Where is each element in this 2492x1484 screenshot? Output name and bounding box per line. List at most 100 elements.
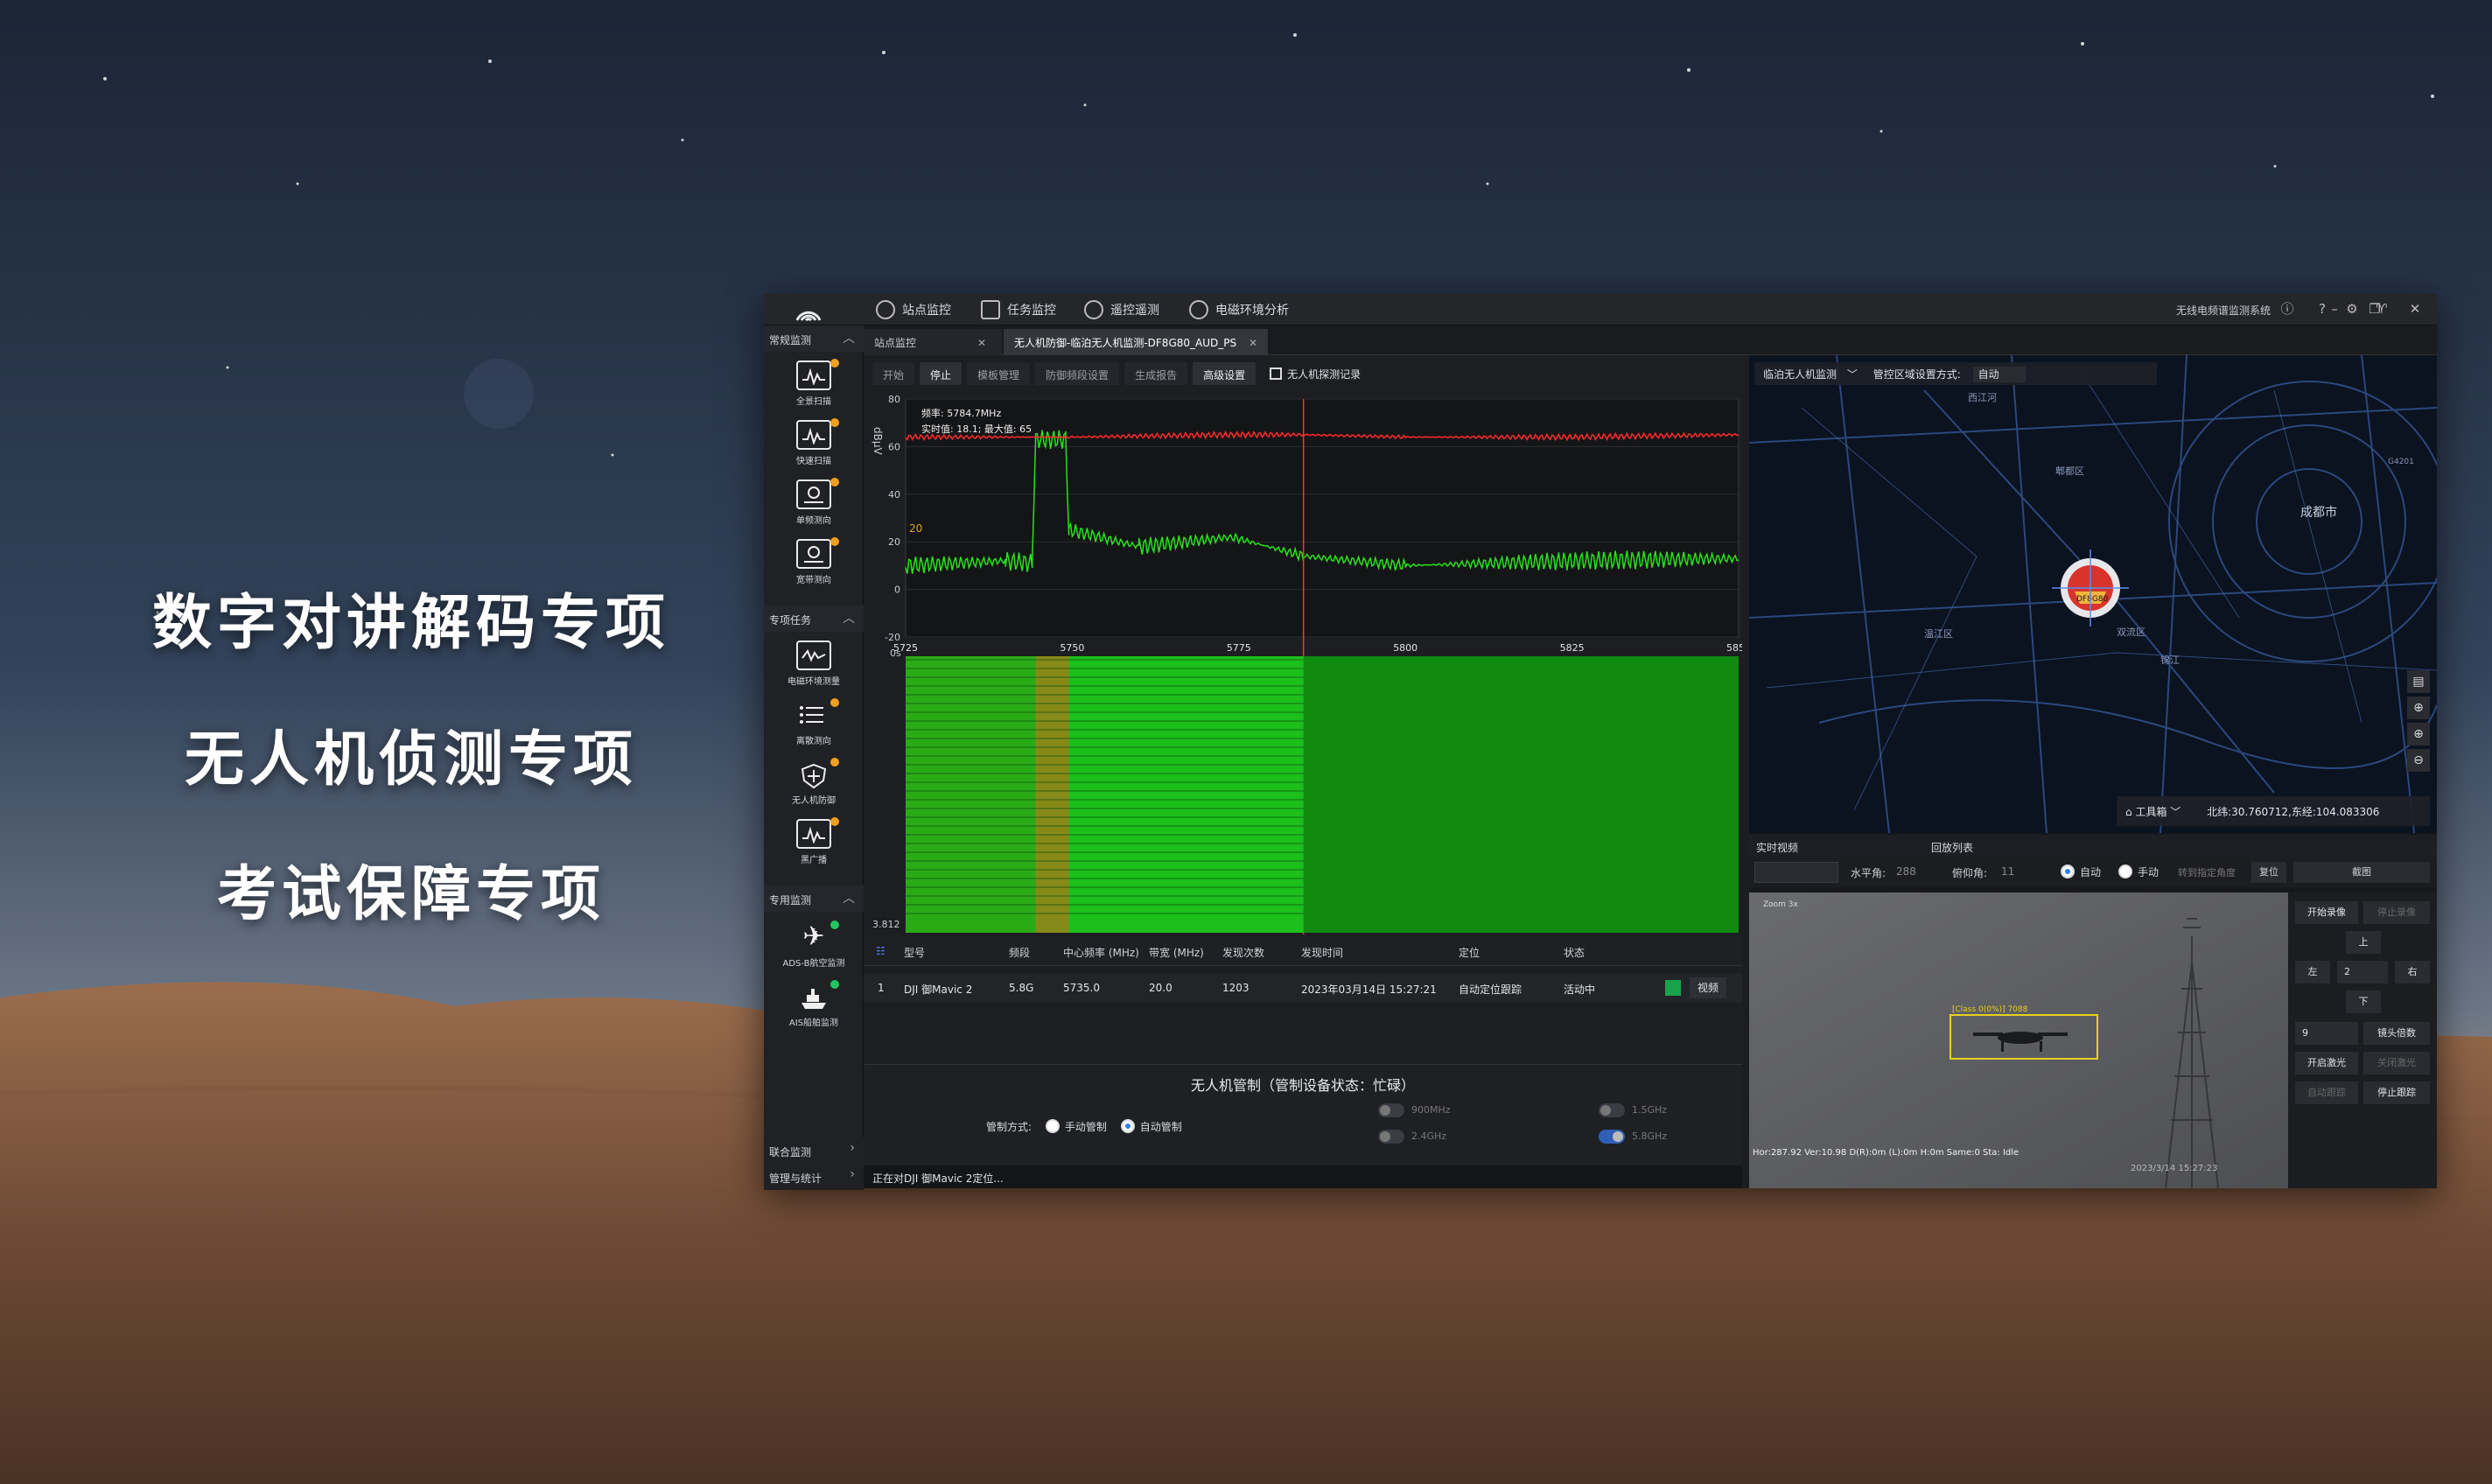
- sidebar-item-fast-scan[interactable]: 快速扫描: [764, 415, 864, 472]
- live-video[interactable]: [Class 0(0%)] 7088 Zoom 3x Hor:287.92 Ve…: [1749, 892, 2288, 1188]
- sidebar-item-uav-defense[interactable]: 无人机防御: [764, 754, 864, 812]
- nav-item-remote[interactable]: 遥控遥测: [1084, 294, 1159, 326]
- y-tick-label: 60: [888, 441, 900, 452]
- radio-icon[interactable]: [2061, 864, 2075, 878]
- mode-label: 管制方式:: [986, 1121, 1032, 1133]
- toolbox-icon: ⌂: [2125, 806, 2132, 818]
- zoom-input[interactable]: 9: [2295, 1022, 2358, 1045]
- sidebar-item-black-broadcast[interactable]: 黑广播: [764, 814, 864, 872]
- reset-button[interactable]: 复位: [2251, 862, 2286, 883]
- horizontal-value[interactable]: 288: [1896, 865, 1916, 878]
- info-icon[interactable]: ⓘ: [2278, 299, 2297, 318]
- toggle-2.4ghz[interactable]: [1378, 1130, 1404, 1144]
- sidebar-joint-monitor[interactable]: 联合监测 ›: [764, 1138, 864, 1164]
- row-band: 5.8G: [1009, 982, 1034, 994]
- record-stop-button[interactable]: 停止录像: [2363, 901, 2430, 924]
- auto-radio[interactable]: 自动管制: [1120, 1119, 1182, 1133]
- map-place-label: G4201: [2388, 458, 2414, 466]
- table-row[interactable]: 1 DJI 御Mavic 2 5.8G 5735.0 20.0 1203 202…: [864, 973, 1742, 1003]
- sidebar-section-dedicated[interactable]: 专用监测 ︿: [764, 886, 864, 912]
- stop-button[interactable]: 停止: [920, 362, 962, 385]
- manual-radio[interactable]: 手动管制: [1045, 1119, 1107, 1133]
- close-icon[interactable]: ✕: [1249, 337, 1257, 349]
- auto-radio[interactable]: 自动: [2061, 864, 2101, 879]
- row-state: 活动中: [1564, 984, 1596, 996]
- sidebar-item-adsb[interactable]: ✈ ADS-B航空监测: [764, 917, 864, 975]
- advanced-button[interactable]: 高级设置: [1193, 362, 1256, 385]
- close-icon[interactable]: ✕: [977, 337, 986, 349]
- toolbox-button[interactable]: ⌂ 工具箱 ﹀: [2125, 806, 2180, 818]
- radio-icon[interactable]: [1120, 1119, 1135, 1133]
- tab-site-monitor[interactable]: 站点监控 ✕: [864, 329, 1002, 355]
- video-button[interactable]: 视频: [1690, 977, 1726, 998]
- x-tick-label: 5775: [1227, 642, 1251, 654]
- window-restore-icon[interactable]: ❐: [2365, 299, 2384, 318]
- spectrum-icon: [796, 420, 831, 450]
- sidebar-item-em-measure[interactable]: 电磁环境测量: [764, 635, 864, 693]
- manual-radio[interactable]: 手动: [2118, 864, 2159, 879]
- table-settings-icon[interactable]: ☷: [876, 945, 886, 957]
- nav-item-site[interactable]: 站点监控: [876, 294, 951, 326]
- control-title: 无人机管制（管制设备状态：忙碌）: [1190, 1077, 1415, 1094]
- sidebar-item-single-df[interactable]: 单频测向: [764, 474, 864, 532]
- toggle-5.8ghz[interactable]: [1599, 1130, 1625, 1144]
- sidebar-item-ais[interactable]: AIS船舶监测: [764, 976, 864, 1034]
- stop-track-button[interactable]: 停止跟踪: [2363, 1082, 2430, 1104]
- status-dot: [830, 920, 839, 929]
- radio-icon[interactable]: [2118, 864, 2132, 878]
- layer-select[interactable]: 临泊无人机监测: [1763, 368, 1837, 381]
- band-settings-button[interactable]: 防御频段设置: [1035, 362, 1120, 385]
- region-select[interactable]: 自动: [1972, 367, 2026, 382]
- direction-finding-icon: [796, 539, 831, 569]
- goto-angle-button[interactable]: 转到指定角度: [2178, 865, 2236, 879]
- zoom-out-icon[interactable]: ⊖: [2407, 749, 2430, 772]
- chevron-down-icon[interactable]: ﹀: [1847, 368, 1858, 381]
- start-button[interactable]: 开始: [872, 362, 915, 385]
- locate-icon[interactable]: ⊕: [2407, 696, 2430, 719]
- report-button[interactable]: 生成报告: [1124, 362, 1188, 385]
- sidebar-mgmt-stats[interactable]: 管理与统计 ›: [764, 1164, 864, 1190]
- tab-live-video[interactable]: 实时视频: [1756, 840, 1798, 855]
- laser-off-button[interactable]: 关闭激光: [2363, 1052, 2430, 1074]
- record-toggle[interactable]: 无人机探测记录: [1270, 367, 1361, 382]
- sidebar-item-discrete-df[interactable]: 离散测向: [764, 695, 864, 752]
- ptz-right-button[interactable]: 右: [2395, 961, 2430, 984]
- state-indicator: [1665, 980, 1681, 996]
- waterfall-top-label: 0s: [890, 648, 901, 659]
- zoom-in-icon[interactable]: ⊕: [2407, 723, 2430, 746]
- toggle-900mhz[interactable]: [1378, 1103, 1404, 1117]
- nav-item-em[interactable]: 电磁环境分析: [1189, 294, 1289, 326]
- chevron-up-icon: ︿: [843, 892, 855, 906]
- snapshot-button[interactable]: 截图: [2293, 862, 2430, 883]
- video-top-text: Zoom 3x: [1763, 900, 1799, 909]
- auto-track-button[interactable]: 自动跟踪: [2295, 1082, 2358, 1104]
- window-minimize-icon[interactable]: –: [2325, 299, 2344, 318]
- ptz-step-input[interactable]: 2: [2337, 961, 2388, 984]
- sidebar-section-special[interactable]: 专项任务 ︿: [764, 606, 864, 632]
- map-layers-icon[interactable]: ▤: [2407, 670, 2430, 693]
- toggle-1.5ghz[interactable]: [1599, 1103, 1625, 1117]
- sidebar-section-common[interactable]: 常规监测 ︿: [764, 326, 864, 352]
- pitch-value[interactable]: 11: [2001, 865, 2014, 878]
- map-view[interactable]: DF8G80 成都市 西江河 郫都区 双流区 温江区 G4201 锦江 临泊无人…: [1749, 355, 2437, 833]
- camera-select[interactable]: [1754, 862, 1838, 883]
- tab-uav-defense[interactable]: 无人机防御-临泊无人机监测-DF8G80_AUD_PS ✕: [1004, 329, 1269, 355]
- ptz-left-button[interactable]: 左: [2295, 961, 2330, 984]
- checkbox[interactable]: [1270, 367, 1283, 380]
- cursor-frequency: 频率: 5784.7MHz: [921, 407, 1001, 419]
- task-monitor-icon: [981, 300, 1000, 319]
- sidebar-item-wideband-df[interactable]: 宽带测向: [764, 534, 864, 592]
- tab-playback[interactable]: 回放列表: [1931, 840, 1973, 855]
- nav-item-task[interactable]: 任务监控: [981, 294, 1056, 326]
- map-place-label: 西江河: [1968, 392, 1997, 403]
- window-close-icon[interactable]: ✕: [2405, 299, 2425, 318]
- record-start-button[interactable]: 开始录像: [2295, 901, 2358, 924]
- ptz-down-button[interactable]: 下: [2346, 990, 2381, 1013]
- laser-on-button[interactable]: 开启激光: [2295, 1052, 2358, 1074]
- sidebar-item-panorama-scan[interactable]: 全景扫描: [764, 355, 864, 413]
- ptz-up-button[interactable]: 上: [2346, 931, 2381, 954]
- gear-icon[interactable]: ⚙: [2342, 299, 2362, 318]
- radio-icon[interactable]: [1045, 1119, 1060, 1133]
- template-button[interactable]: 模板管理: [967, 362, 1031, 385]
- lens-zoom-button[interactable]: 镜头倍数: [2363, 1022, 2430, 1045]
